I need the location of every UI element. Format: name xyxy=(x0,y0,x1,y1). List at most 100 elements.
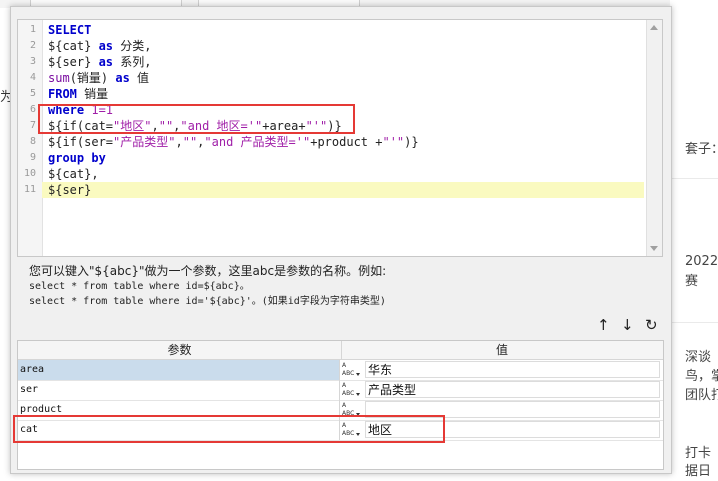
code-line-3[interactable]: ${ser} as 系列, xyxy=(48,54,644,70)
move-down-button[interactable]: ↓ xyxy=(621,317,634,333)
column-header-value: 值 xyxy=(495,343,508,357)
scroll-up-arrow-icon[interactable] xyxy=(650,25,658,30)
code-line-1[interactable]: SELECT xyxy=(48,22,644,38)
background-text: 团队打 xyxy=(685,388,718,403)
line-number: 4 xyxy=(29,72,36,83)
table-row[interactable]: cat A ABC 地区 xyxy=(18,420,663,441)
parameter-table: 参数 值 area A ABC 华东 ser A ABC 产品类型 produc… xyxy=(17,340,664,470)
param-name: ser xyxy=(18,380,340,400)
param-name: product xyxy=(18,400,340,420)
code-token: )} xyxy=(404,135,419,149)
code-token: "" xyxy=(158,119,174,133)
code-line-6[interactable]: where 1=1 xyxy=(48,102,644,118)
type-badge-icon: A xyxy=(342,422,347,429)
line-number: 6 xyxy=(29,104,36,115)
line-number: 5 xyxy=(29,88,36,99)
line-number: 8 xyxy=(29,136,36,147)
code-token: SELECT xyxy=(48,23,92,37)
code-token: ${ser} xyxy=(48,183,92,197)
code-token: , xyxy=(151,119,159,133)
code-line-10[interactable]: ${cat}, xyxy=(48,166,644,182)
code-line-5[interactable]: FROM 销量 xyxy=(48,86,644,102)
code-token: 销量 xyxy=(76,87,109,101)
code-token: +product + xyxy=(310,135,383,149)
dropdown-arrow-icon xyxy=(356,413,360,416)
code-token: "and 产品类型='" xyxy=(204,135,311,149)
background-text: 鸟，掌 xyxy=(685,369,718,384)
dropdown-arrow-icon xyxy=(356,393,360,396)
code-line-4[interactable]: sum(销量) as 值 xyxy=(48,70,644,86)
type-badge-icon: A xyxy=(342,362,347,369)
code-token: ${cat}, xyxy=(48,167,99,181)
code-token: , xyxy=(175,135,183,149)
line-number: 11 xyxy=(23,184,36,195)
type-selector[interactable]: A ABC xyxy=(341,422,361,438)
table-header: 参数 值 xyxy=(18,341,663,360)
code-token: (销量) xyxy=(69,71,109,85)
type-badge-text: ABC xyxy=(342,390,355,397)
background-text: 赛 xyxy=(685,274,699,289)
code-token: "地区" xyxy=(113,119,152,133)
hint-example: select * from table where id=${abc}。 xyxy=(29,281,250,292)
divider xyxy=(670,322,718,323)
code-token: "" xyxy=(182,135,198,149)
table-row[interactable]: product A ABC xyxy=(18,400,663,421)
code-line-8[interactable]: ${if(ser="产品类型","","and 产品类型='"+product … xyxy=(48,134,644,150)
code-token: "and 地区='" xyxy=(180,119,263,133)
line-number: 7 xyxy=(29,120,36,131)
type-badge-text: ABC xyxy=(342,410,355,417)
type-selector[interactable]: A ABC xyxy=(341,382,361,398)
param-value-input[interactable]: 华东 xyxy=(365,361,660,378)
type-badge-icon: A xyxy=(342,402,347,409)
line-number: 3 xyxy=(29,56,36,67)
table-row[interactable]: ser A ABC 产品类型 xyxy=(18,380,663,401)
background-text: 打卡 xyxy=(685,446,712,461)
code-token: "'" xyxy=(382,135,405,149)
code-line-11[interactable]: ${ser} xyxy=(42,182,644,198)
code-token: 系列, xyxy=(120,55,152,69)
move-up-button[interactable]: ↑ xyxy=(597,317,610,333)
line-number: 2 xyxy=(29,40,36,51)
code-token: "'" xyxy=(305,119,328,133)
param-value-input[interactable] xyxy=(365,401,660,418)
type-badge-text: ABC xyxy=(342,370,355,377)
type-badge-icon: A xyxy=(342,382,347,389)
code-token: where xyxy=(48,103,85,117)
code-token: 分类, xyxy=(120,39,152,53)
param-value-input[interactable]: 产品类型 xyxy=(365,381,660,398)
code-line-2[interactable]: ${cat} as 分类, xyxy=(48,38,644,54)
code-line-7[interactable]: ${if(cat="地区","","and 地区='"+area+"'")} xyxy=(48,118,644,134)
dropdown-arrow-icon xyxy=(356,433,360,436)
table-row[interactable]: area A ABC 华东 xyxy=(18,360,663,381)
code-token: 值 xyxy=(137,71,150,85)
editor-scrollbar[interactable] xyxy=(646,20,662,256)
column-header-param: 参数 xyxy=(18,341,342,359)
code-token: ${ser} xyxy=(48,55,92,69)
hint-text: 您可以键入"${abc}"做为一个参数，这里abc是参数的名称。例如: xyxy=(29,264,387,278)
type-selector[interactable]: A ABC xyxy=(341,362,361,378)
sql-editor[interactable]: 1 2 3 4 5 6 7 8 9 10 11 SELECT ${cat} as… xyxy=(17,19,663,257)
code-token: as xyxy=(91,39,121,53)
code-token: 1=1 xyxy=(84,103,114,117)
divider xyxy=(670,178,718,179)
line-number: 1 xyxy=(29,24,36,35)
type-selector[interactable]: A ABC xyxy=(341,402,361,418)
parameter-hint: 您可以键入"${abc}"做为一个参数，这里abc是参数的名称。例如: sele… xyxy=(29,263,649,309)
code-token: sum xyxy=(48,71,70,85)
refresh-button[interactable]: ↻ xyxy=(645,317,658,333)
code-token: ${cat} xyxy=(48,39,92,53)
scroll-down-arrow-icon[interactable] xyxy=(650,246,658,251)
code-token: FROM xyxy=(48,87,77,101)
background-text: 套子：1 xyxy=(685,142,718,157)
param-name: area xyxy=(18,360,340,380)
code-line-9[interactable]: group by xyxy=(48,150,644,166)
line-number-gutter: 1 2 3 4 5 6 7 8 9 10 11 xyxy=(18,20,43,256)
type-badge-text: ABC xyxy=(342,430,355,437)
param-name: cat xyxy=(18,420,340,440)
line-number: 10 xyxy=(23,168,36,179)
sql-dataset-dialog: 1 2 3 4 5 6 7 8 9 10 11 SELECT ${cat} as… xyxy=(10,6,672,474)
code-token: as xyxy=(91,55,121,69)
code-token: )} xyxy=(327,119,342,133)
param-value-input[interactable]: 地区 xyxy=(365,421,660,438)
dropdown-arrow-icon xyxy=(356,373,360,376)
